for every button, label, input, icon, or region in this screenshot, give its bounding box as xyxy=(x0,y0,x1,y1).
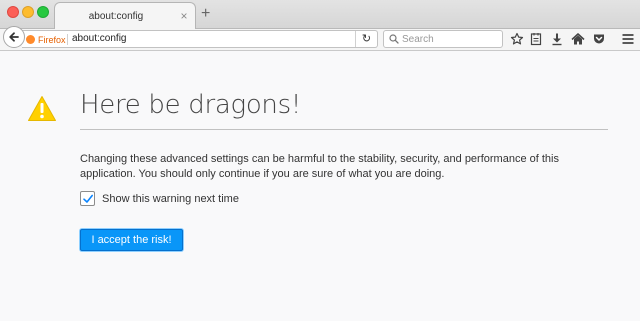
tab-title: about:config xyxy=(88,11,144,22)
pocket-icon[interactable] xyxy=(592,32,606,46)
checkmark-icon xyxy=(83,194,93,203)
show-warning-checkbox-row[interactable]: Show this warning next time xyxy=(80,191,239,206)
home-icon[interactable] xyxy=(571,32,585,46)
url-text[interactable]: about:config xyxy=(72,33,127,44)
window-titlebar: about:config × + xyxy=(0,0,640,30)
maximize-window-button[interactable] xyxy=(37,6,49,18)
show-warning-label[interactable]: Show this warning next time xyxy=(102,193,239,205)
accept-risk-button[interactable]: I accept the risk! xyxy=(80,229,183,251)
url-bar[interactable]: Firefox about:config ↻ xyxy=(22,30,378,48)
page-title: Here be dragons! xyxy=(80,90,301,120)
identity-separator xyxy=(67,34,68,45)
minimize-window-button[interactable] xyxy=(22,6,34,18)
navigation-toolbar: Firefox about:config ↻ Search xyxy=(0,26,640,51)
downloads-icon[interactable] xyxy=(550,32,564,46)
new-tab-button[interactable]: + xyxy=(201,5,210,23)
back-arrow-icon xyxy=(9,32,19,42)
warning-icon xyxy=(28,96,56,121)
title-divider xyxy=(80,129,608,130)
reload-button[interactable]: ↻ xyxy=(355,31,377,47)
show-warning-checkbox[interactable] xyxy=(80,191,95,206)
close-window-button[interactable] xyxy=(7,6,19,18)
warning-message: Changing these advanced settings can be … xyxy=(80,153,559,180)
reading-list-icon[interactable] xyxy=(529,32,543,46)
search-icon xyxy=(389,34,399,44)
firefox-icon xyxy=(26,35,35,44)
bookmark-star-icon[interactable] xyxy=(510,32,524,46)
identity-label: Firefox xyxy=(38,34,66,45)
search-box[interactable]: Search xyxy=(383,30,503,48)
about-config-warning-page: Here be dragons! Changing these advanced… xyxy=(0,52,640,321)
tab-close-icon[interactable]: × xyxy=(179,10,189,22)
back-button[interactable] xyxy=(3,26,25,48)
menu-icon[interactable] xyxy=(621,32,635,46)
search-placeholder: Search xyxy=(402,34,434,45)
tab-about-config[interactable]: about:config × xyxy=(54,2,196,30)
site-identity[interactable]: Firefox xyxy=(26,32,66,47)
